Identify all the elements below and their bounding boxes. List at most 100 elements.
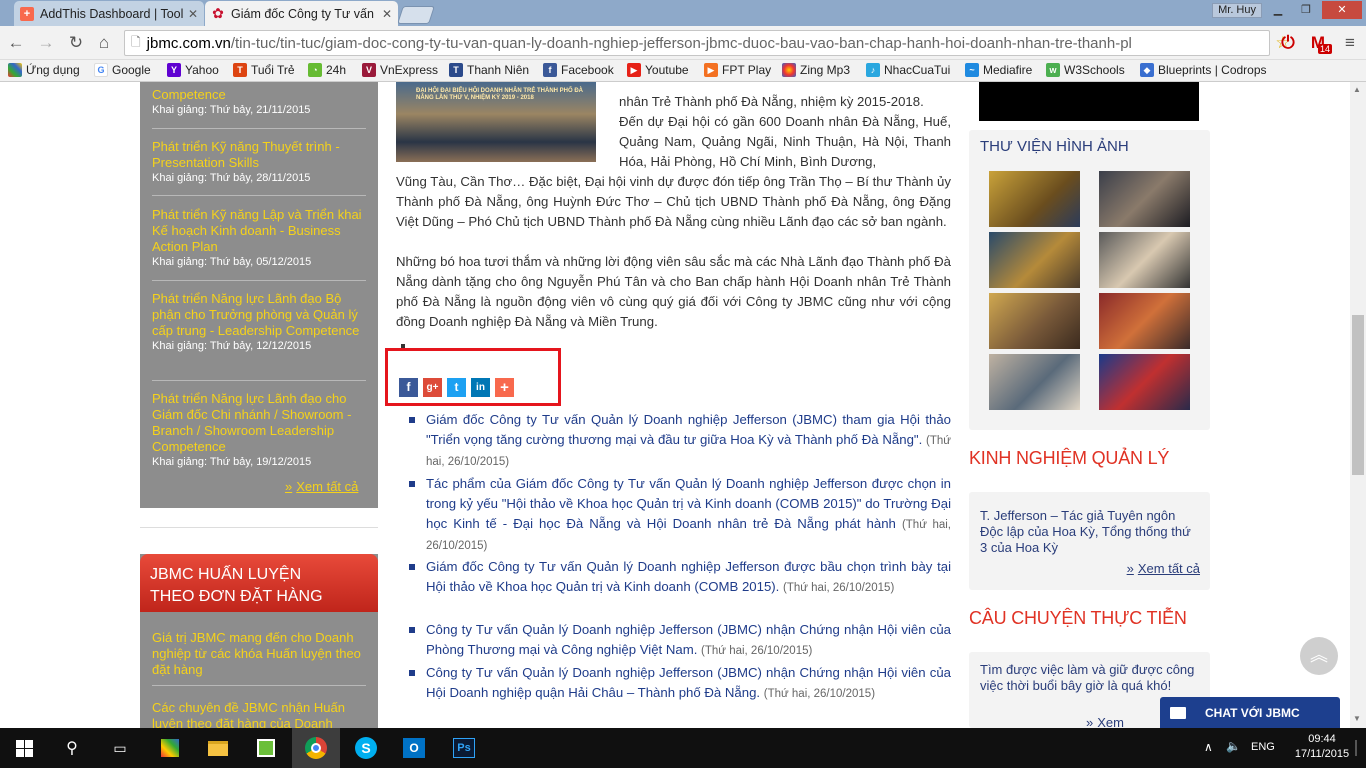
bookmark-blueprints[interactable]: ◆ Blueprints | Codrops <box>1140 63 1267 77</box>
bookmark-fptplay[interactable]: ▶ FPT Play <box>704 63 771 77</box>
chevron-up-icon[interactable]: ∧ <box>1204 740 1213 754</box>
scroll-up-arrow-icon[interactable]: ▲ <box>1353 85 1361 94</box>
taskbar-clock[interactable]: 09:44 17/11/2015 <box>1289 732 1355 762</box>
close-icon[interactable]: ✕ <box>382 7 392 21</box>
reload-icon[interactable]: ↻ <box>66 33 86 53</box>
course-item[interactable]: Phát triển Kỹ năng Lập và Triển khai Kế … <box>152 207 368 268</box>
related-news-item[interactable]: Công ty Tư vấn Quản lý Doanh nghiệp Jeff… <box>409 620 951 661</box>
related-news-item[interactable]: Tác phẩm của Giám đốc Công ty Tư vấn Quả… <box>409 474 951 556</box>
video-player[interactable] <box>979 82 1199 121</box>
bookmark-facebook[interactable]: f Facebook <box>543 63 614 77</box>
news-title[interactable]: Giám đốc Công ty Tư vấn Quản lý Doanh ng… <box>426 412 951 447</box>
course-title[interactable]: Phát triển Năng lực Lãnh đạo cho Giám đố… <box>152 391 368 455</box>
facebook-share-icon[interactable]: f <box>399 378 418 397</box>
adblock-icon[interactable]: ⏻ <box>1278 33 1298 53</box>
course-title[interactable]: Competence <box>152 87 368 103</box>
task-view-icon[interactable]: ▭ <box>96 728 144 768</box>
bookmark-w3schools[interactable]: w W3Schools <box>1046 63 1125 77</box>
course-item[interactable]: Phát triển Kỹ năng Thuyết trình - Presen… <box>152 139 368 184</box>
twitter-share-icon[interactable]: t <box>447 378 466 397</box>
new-tab-button[interactable] <box>397 6 435 24</box>
photo-caption: ĐẠI HỘI ĐẠI BIỂU HỘI DOANH NHÂN TRẺ THÀN… <box>416 88 584 101</box>
taskbar-app-icon[interactable] <box>242 728 290 768</box>
gallery-thumb[interactable] <box>989 171 1080 227</box>
photoshop-taskbar-icon[interactable]: Ps <box>440 728 488 768</box>
w3schools-icon: w <box>1046 63 1060 77</box>
related-news-item[interactable]: Công ty Tư vấn Quản lý Doanh nghiệp Jeff… <box>409 663 951 704</box>
bookmark-google[interactable]: G Google <box>94 63 151 77</box>
maximize-icon[interactable]: ❐ <box>1294 1 1318 19</box>
file-explorer-icon[interactable] <box>194 728 242 768</box>
google-plus-share-icon[interactable]: g+ <box>423 378 442 397</box>
profile-button[interactable]: Mr. Huy <box>1212 3 1262 18</box>
more-share-icon[interactable]: + <box>495 378 514 397</box>
bookmarks-bar: Ứng dụng G Google Y Yahoo T Tuổi Trẻ ◔ 24h V… <box>0 60 1366 82</box>
language-indicator[interactable]: ENG <box>1251 741 1275 753</box>
thanhnien-icon: T <box>449 63 463 77</box>
search-icon[interactable]: ⚲ <box>48 728 96 768</box>
course-item[interactable]: Competence Khai giảng: Thứ bảy, 21/11/20… <box>152 87 368 116</box>
scroll-down-arrow-icon[interactable]: ▼ <box>1353 714 1361 723</box>
start-button[interactable] <box>0 728 48 768</box>
bookmark-vnexpress[interactable]: V VnExpress <box>362 63 438 77</box>
scroll-to-top-button[interactable]: ︽ <box>1300 637 1338 675</box>
bookmark-24h[interactable]: ◔ 24h <box>308 63 346 77</box>
address-bar[interactable]: 🗋 jbmc.com.vn/tin-tuc/tin-tuc/giam-doc-c… <box>124 30 1270 56</box>
linkedin-share-icon[interactable]: in <box>471 378 490 397</box>
bookmark-mediafire[interactable]: ~ Mediafire <box>965 63 1032 77</box>
page-scrollbar[interactable]: ▲ ▼ <box>1350 82 1366 728</box>
close-window-icon[interactable]: ✕ <box>1322 1 1362 19</box>
close-icon[interactable]: ✕ <box>188 7 198 21</box>
blueprints-icon: ◆ <box>1140 63 1154 77</box>
view-all-story-link[interactable]: » Xem <box>1086 715 1124 728</box>
bookmark-zingmp3[interactable]: Zing Mp3 <box>782 63 850 77</box>
bookmark-label: Google <box>112 63 151 77</box>
scrollbar-thumb[interactable] <box>1352 315 1364 475</box>
news-title[interactable]: Công ty Tư vấn Quản lý Doanh nghiệp Jeff… <box>426 622 951 657</box>
gallery-thumb[interactable] <box>989 354 1080 410</box>
custom-training-heading: JBMC HUẤN LUYỆN THEO ĐƠN ĐẶT HÀNG <box>140 554 378 612</box>
speaker-icon[interactable]: 🔈 <box>1226 739 1241 753</box>
outlook-taskbar-icon[interactable]: O <box>390 728 438 768</box>
bookmark-yahoo[interactable]: Y Yahoo <box>167 63 219 77</box>
related-news-item[interactable]: Giám đốc Công ty Tư vấn Quản lý Doanh ng… <box>409 410 951 472</box>
bookmark-label: Tuổi Trẻ <box>251 63 295 77</box>
training-link[interactable]: Giá trị JBMC mang đến cho Doanh nghiệp t… <box>152 630 368 678</box>
gallery-thumb[interactable] <box>989 293 1080 349</box>
minimize-icon[interactable]: ▁ <box>1266 1 1290 19</box>
back-icon[interactable]: ← <box>6 33 26 53</box>
forward-icon[interactable]: → <box>36 33 56 53</box>
bookmark-tuoitre[interactable]: T Tuổi Trẻ <box>233 63 295 77</box>
course-title[interactable]: Phát triển Kỹ năng Lập và Triển khai Kế … <box>152 207 368 255</box>
gallery-thumb[interactable] <box>1099 293 1190 349</box>
tab-jbmc-article[interactable]: ✿ Giám đốc Công ty Tư vấn ✕ <box>205 1 398 26</box>
gallery-thumb[interactable] <box>989 232 1080 288</box>
bookmark-apps[interactable]: Ứng dụng <box>8 63 80 77</box>
chat-button[interactable]: CHAT VỚI JBMC <box>1160 697 1340 728</box>
view-all-courses-link[interactable]: » Xem tất cả <box>285 479 358 494</box>
tab-addthis[interactable]: + AddThis Dashboard | Tool ✕ <box>14 1 204 26</box>
course-title[interactable]: Phát triển Kỹ năng Thuyết trình - Presen… <box>152 139 368 171</box>
course-title[interactable]: Phát triển Năng lực Lãnh đạo Bộ phận cho… <box>152 291 368 339</box>
gallery-thumb[interactable] <box>1099 232 1190 288</box>
chrome-taskbar-icon[interactable] <box>292 728 340 768</box>
divider <box>140 527 378 528</box>
course-item[interactable]: Phát triển Năng lực Lãnh đạo cho Giám đố… <box>152 391 368 468</box>
gallery-thumb[interactable] <box>1099 354 1190 410</box>
skype-taskbar-icon[interactable]: S <box>342 728 390 768</box>
related-news-item[interactable]: Giám đốc Công ty Tư vấn Quản lý Doanh ng… <box>409 557 951 598</box>
news-title[interactable]: Tác phẩm của Giám đốc Công ty Tư vấn Quả… <box>426 476 951 531</box>
story-link[interactable]: Tìm được việc làm và giữ được công việc … <box>980 662 1200 694</box>
gallery-thumb[interactable] <box>1099 171 1190 227</box>
bookmark-youtube[interactable]: ▶ Youtube <box>627 63 689 77</box>
bookmark-nhaccuatui[interactable]: ♪ NhacCuaTui <box>866 63 950 77</box>
store-app-icon[interactable] <box>146 728 194 768</box>
bookmark-thanhnien[interactable]: T Thanh Niên <box>449 63 529 77</box>
experience-link[interactable]: T. Jefferson – Tác giả Tuyên ngôn Độc lậ… <box>980 508 1200 556</box>
course-item[interactable]: Phát triển Năng lực Lãnh đạo Bộ phận cho… <box>152 291 368 352</box>
menu-icon[interactable]: ≡ <box>1340 33 1360 53</box>
home-icon[interactable]: ⌂ <box>94 33 114 53</box>
view-all-experience-link[interactable]: » Xem tất cả <box>1127 561 1200 576</box>
training-link[interactable]: Các chuyên đề JBMC nhận Huấn luyện theo … <box>152 700 368 728</box>
show-desktop-button[interactable] <box>1355 740 1357 756</box>
